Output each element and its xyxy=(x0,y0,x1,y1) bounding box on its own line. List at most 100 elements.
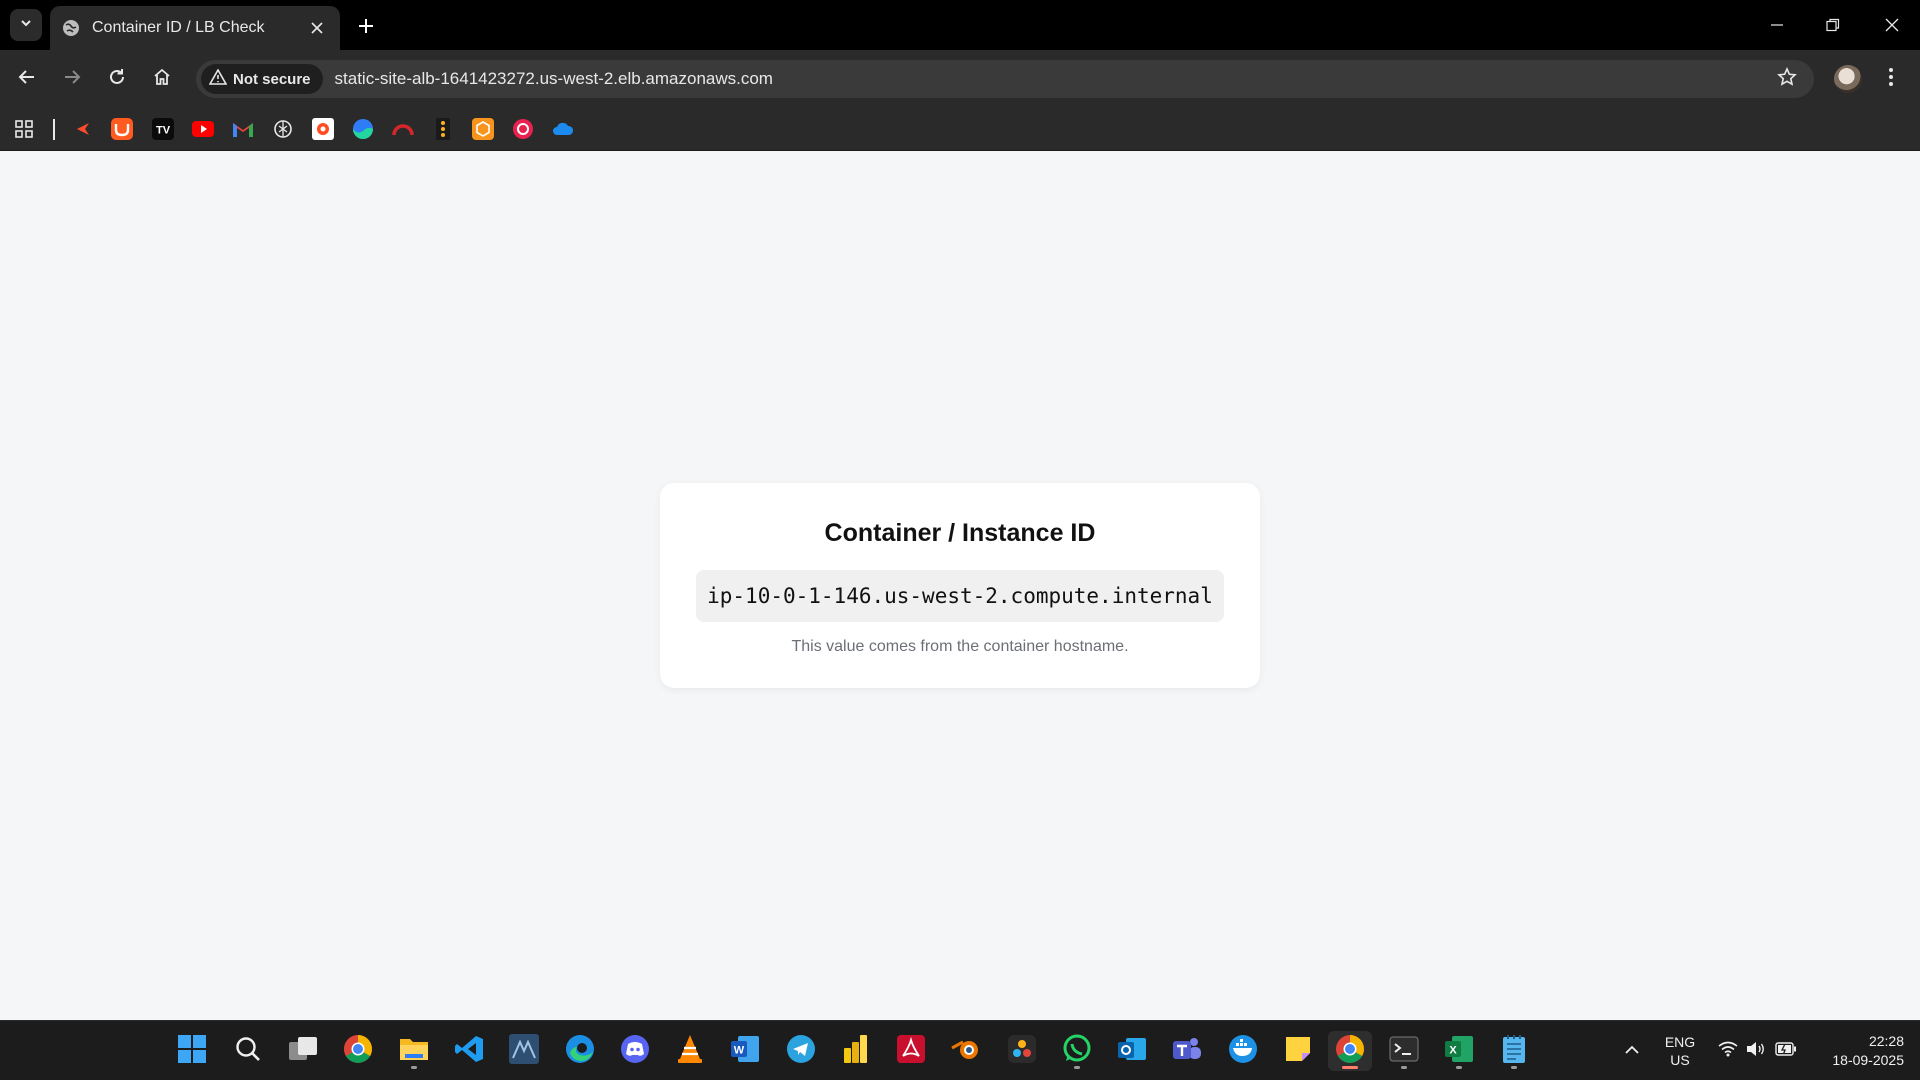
taskbar-excel[interactable]: X xyxy=(1439,1031,1479,1071)
reload-button[interactable] xyxy=(99,61,135,97)
browser-toolbar: Not secure static-site-alb-1641423272.us… xyxy=(0,50,1920,108)
taskbar-file-explorer[interactable] xyxy=(394,1031,434,1071)
onedrive-icon[interactable] xyxy=(552,118,574,140)
start-button[interactable] xyxy=(172,1031,212,1071)
acrobat-icon xyxy=(897,1034,925,1068)
bookmark-10-icon[interactable] xyxy=(432,118,454,140)
reload-icon xyxy=(108,68,126,91)
taskbar-telegram[interactable] xyxy=(781,1031,821,1071)
security-indicator[interactable]: Not secure xyxy=(201,64,323,94)
svg-text:W: W xyxy=(734,1044,745,1056)
taskbar-teams[interactable] xyxy=(1167,1031,1207,1071)
profile-avatar[interactable] xyxy=(1834,65,1862,93)
svg-text:X: X xyxy=(1449,1044,1457,1056)
bookmark-1-icon[interactable] xyxy=(71,118,93,140)
svg-text:TV: TV xyxy=(156,125,171,137)
close-tab-icon[interactable] xyxy=(306,17,328,39)
browser-menu-button[interactable] xyxy=(1876,64,1906,94)
security-label: Not secure xyxy=(233,70,311,88)
input-language-indicator[interactable]: ENG US xyxy=(1656,1021,1704,1080)
warning-icon xyxy=(208,67,228,90)
apps-grid-icon[interactable] xyxy=(13,118,35,140)
running-indicator xyxy=(1074,1066,1080,1069)
volume-icon xyxy=(1746,1041,1766,1062)
address-bar[interactable]: Not secure static-site-alb-1641423272.us… xyxy=(196,60,1814,98)
arrow-left-icon xyxy=(18,68,36,91)
running-indicator xyxy=(1511,1066,1517,1069)
chevron-up-icon xyxy=(1624,1042,1640,1060)
taskbar-word[interactable]: W xyxy=(725,1031,765,1071)
davinci-resolve-icon xyxy=(1008,1034,1036,1068)
clock[interactable]: 22:28 18-09-2025 xyxy=(1808,1021,1904,1080)
more-vertical-icon xyxy=(1888,67,1894,92)
search-button[interactable] xyxy=(228,1031,268,1071)
instance-card: Container / Instance ID ip-10-0-1-146.us… xyxy=(660,483,1260,688)
hostname-note: This value comes from the container host… xyxy=(791,638,1129,655)
taskbar-vlc[interactable] xyxy=(670,1031,710,1071)
bookmark-11-icon[interactable] xyxy=(472,118,494,140)
taskbar-sticky-notes[interactable] xyxy=(1278,1031,1318,1071)
taskbar-mysql-workbench[interactable] xyxy=(504,1031,544,1071)
home-button[interactable] xyxy=(144,61,180,97)
forward-button[interactable] xyxy=(54,61,90,97)
home-icon xyxy=(153,68,171,91)
restore-button[interactable] xyxy=(1805,0,1861,50)
task-view-button[interactable] xyxy=(283,1031,323,1071)
tab-title: Container ID / LB Check xyxy=(92,19,265,36)
taskbar-whatsapp[interactable] xyxy=(1057,1031,1097,1071)
arrow-right-icon xyxy=(63,68,81,91)
mysql-workbench-icon xyxy=(509,1033,539,1069)
teams-icon xyxy=(1172,1035,1202,1068)
taskbar-terminal[interactable] xyxy=(1384,1031,1424,1071)
youtube-icon[interactable] xyxy=(192,118,214,140)
taskbar-outlook[interactable] xyxy=(1112,1031,1152,1071)
clock-time: 22:28 xyxy=(1868,1033,1904,1049)
chatgpt-icon[interactable] xyxy=(272,118,294,140)
close-window-button[interactable] xyxy=(1864,0,1920,50)
taskbar-discord[interactable] xyxy=(615,1031,655,1071)
running-indicator xyxy=(1342,1066,1358,1069)
show-hidden-icons-button[interactable] xyxy=(1617,1021,1647,1080)
windows-taskbar: W X ENG US 22:28 18-09-2025 xyxy=(0,1020,1920,1080)
chevron-down-icon xyxy=(19,16,33,35)
battery-status[interactable] xyxy=(1771,1021,1801,1080)
power-bi-icon xyxy=(843,1034,869,1069)
bookmark-star-button[interactable] xyxy=(1770,62,1804,96)
taskbar-acrobat[interactable] xyxy=(891,1031,931,1071)
tab-active[interactable]: Container ID / LB Check xyxy=(50,6,340,50)
taskbar-chrome[interactable] xyxy=(338,1031,378,1071)
word-icon: W xyxy=(730,1035,760,1068)
bookmark-9-icon[interactable] xyxy=(392,118,414,140)
taskbar-vscode[interactable] xyxy=(449,1031,489,1071)
tab-search-button[interactable] xyxy=(10,9,42,41)
gmail-icon[interactable] xyxy=(232,118,254,140)
url-text[interactable]: static-site-alb-1641423272.us-west-2.elb… xyxy=(335,69,1770,89)
taskbar-blender[interactable] xyxy=(946,1031,986,1071)
running-indicator xyxy=(1401,1066,1407,1069)
instance-id-value: ip-10-0-1-146.us-west-2.compute.internal xyxy=(696,570,1224,622)
bookmark-3-icon[interactable]: TV xyxy=(152,118,174,140)
wifi-status[interactable] xyxy=(1713,1021,1743,1080)
page-title: Container / Instance ID xyxy=(824,519,1096,547)
minimize-button[interactable] xyxy=(1749,0,1805,50)
taskbar-notepad[interactable] xyxy=(1494,1031,1534,1071)
taskbar-davinci-resolve[interactable] xyxy=(1002,1031,1042,1071)
volume-status[interactable] xyxy=(1741,1021,1771,1080)
taskbar-power-bi[interactable] xyxy=(836,1031,876,1071)
new-tab-button[interactable] xyxy=(352,12,380,40)
back-button[interactable] xyxy=(9,61,45,97)
taskbar-chrome-active[interactable] xyxy=(1328,1031,1372,1071)
taskbar-docker[interactable] xyxy=(1223,1031,1263,1071)
bookmark-2-icon[interactable] xyxy=(111,118,133,140)
task-view-icon xyxy=(288,1036,318,1067)
bookmark-7-icon[interactable] xyxy=(312,118,334,140)
running-indicator xyxy=(411,1066,417,1069)
bookmarks-bar: TV xyxy=(0,108,1920,151)
blender-icon xyxy=(951,1036,981,1067)
telegram-icon xyxy=(786,1034,816,1069)
bookmark-8-icon[interactable] xyxy=(352,118,374,140)
chrome-icon xyxy=(1335,1034,1365,1069)
star-icon xyxy=(1777,66,1797,92)
bookmark-12-icon[interactable] xyxy=(512,118,534,140)
taskbar-edge[interactable] xyxy=(560,1031,600,1071)
